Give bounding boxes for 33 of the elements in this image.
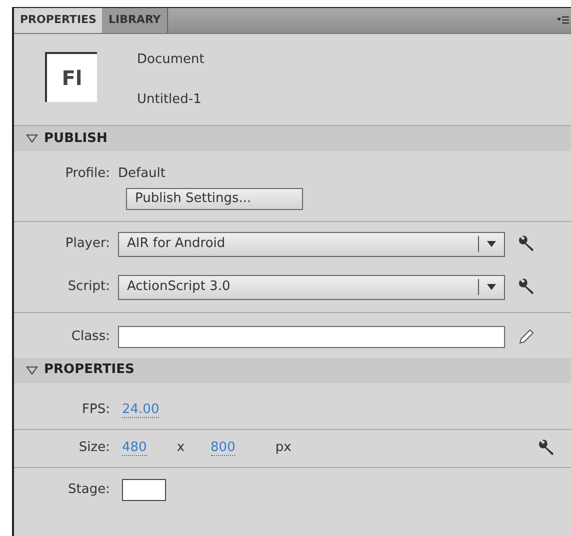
field-label: Profile: xyxy=(64,165,111,183)
wrench-icon[interactable] xyxy=(517,235,535,253)
pencil-icon[interactable] xyxy=(517,328,535,346)
section-title: PROPERTIES xyxy=(44,361,134,380)
section-header[interactable]: PUBLISH xyxy=(14,126,571,151)
document-name: Untitled-1 xyxy=(137,90,202,108)
panel-tab[interactable]: PROPERTIES xyxy=(14,8,102,33)
wrench-icon[interactable] xyxy=(517,278,535,296)
class-input-field[interactable] xyxy=(118,326,505,348)
panel-menu-icon[interactable] xyxy=(557,16,569,25)
field-label: Stage: xyxy=(67,480,111,499)
unit-label: px xyxy=(275,439,292,458)
section-header[interactable]: PROPERTIES xyxy=(14,358,571,382)
collapse-triangle-icon xyxy=(26,366,38,374)
document-icon: Fl xyxy=(45,52,97,102)
field-label: FPS: xyxy=(81,400,111,419)
document-type: Document xyxy=(137,51,204,69)
stage-color-swatch[interactable] xyxy=(122,478,166,500)
dropdown[interactable]: ActionScript 3.0 xyxy=(118,274,505,300)
field-label: Player: xyxy=(64,235,111,254)
publish-settings-button[interactable]: Publish Settings... xyxy=(126,188,303,210)
field-label: Size: xyxy=(78,439,111,458)
field-label: Class: xyxy=(70,328,111,346)
size-separator: x xyxy=(176,439,185,458)
dropdown-arrow-icon xyxy=(487,284,496,290)
dropdown-arrow-icon xyxy=(487,241,496,247)
dropdown[interactable]: AIR for Android xyxy=(118,232,505,256)
field-label: Script: xyxy=(66,278,111,296)
wrench-icon[interactable] xyxy=(537,439,555,457)
collapse-triangle-icon xyxy=(26,134,38,143)
panel-tab[interactable]: LIBRARY xyxy=(102,8,168,33)
section-title: PUBLISH xyxy=(44,130,108,148)
profile-value: Default xyxy=(118,165,166,183)
